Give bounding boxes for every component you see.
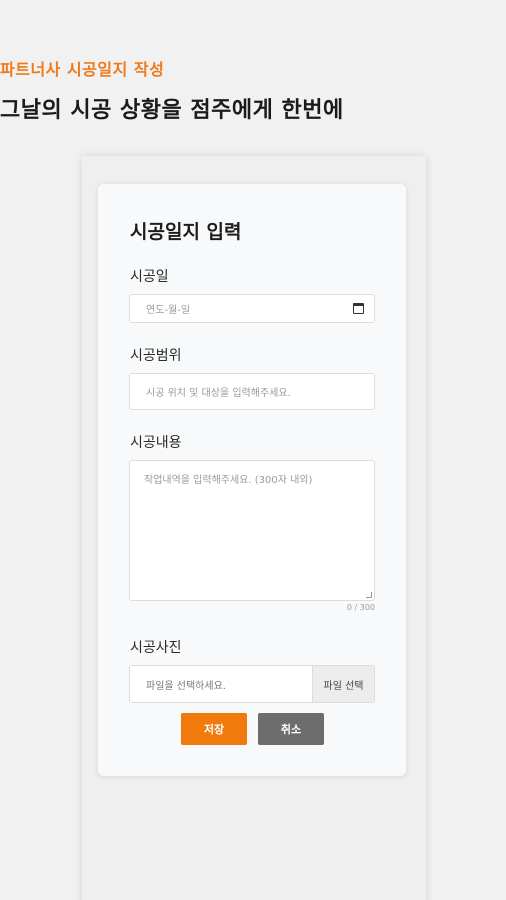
promo-headline: 그날의 시공 상황을 점주에게 한번에 xyxy=(0,98,344,123)
calendar-icon[interactable] xyxy=(353,303,364,314)
save-button[interactable]: 저장 xyxy=(181,713,247,745)
file-placeholder: 파일을 선택하세요. xyxy=(146,680,226,692)
char-counter: 0 / 300 xyxy=(346,603,375,612)
resize-handle-icon[interactable] xyxy=(366,592,372,598)
file-select-button[interactable]: 파일 선택 xyxy=(312,666,374,702)
cancel-button[interactable]: 취소 xyxy=(258,713,324,745)
date-input[interactable]: 연도-월-일 xyxy=(129,294,375,323)
content-textarea[interactable]: 작업내역을 입력해주세요. (300자 내외) xyxy=(129,460,375,601)
scope-label: 시공범위 xyxy=(130,348,182,364)
file-picker[interactable]: 파일을 선택하세요. 파일 선택 xyxy=(129,665,375,703)
content-label: 시공내용 xyxy=(130,435,182,451)
promo-subtitle: 파트너사 시공일지 작성 xyxy=(0,60,165,79)
form-title: 시공일지 입력 xyxy=(130,221,242,243)
scope-placeholder: 시공 위치 및 대상을 입력해주세요. xyxy=(146,388,291,399)
date-label: 시공일 xyxy=(130,269,169,285)
content-placeholder: 작업내역을 입력해주세요. (300자 내외) xyxy=(144,475,313,486)
photo-label: 시공사진 xyxy=(130,640,182,656)
date-placeholder: 연도-월-일 xyxy=(146,305,191,316)
scope-input[interactable]: 시공 위치 및 대상을 입력해주세요. xyxy=(129,373,375,410)
